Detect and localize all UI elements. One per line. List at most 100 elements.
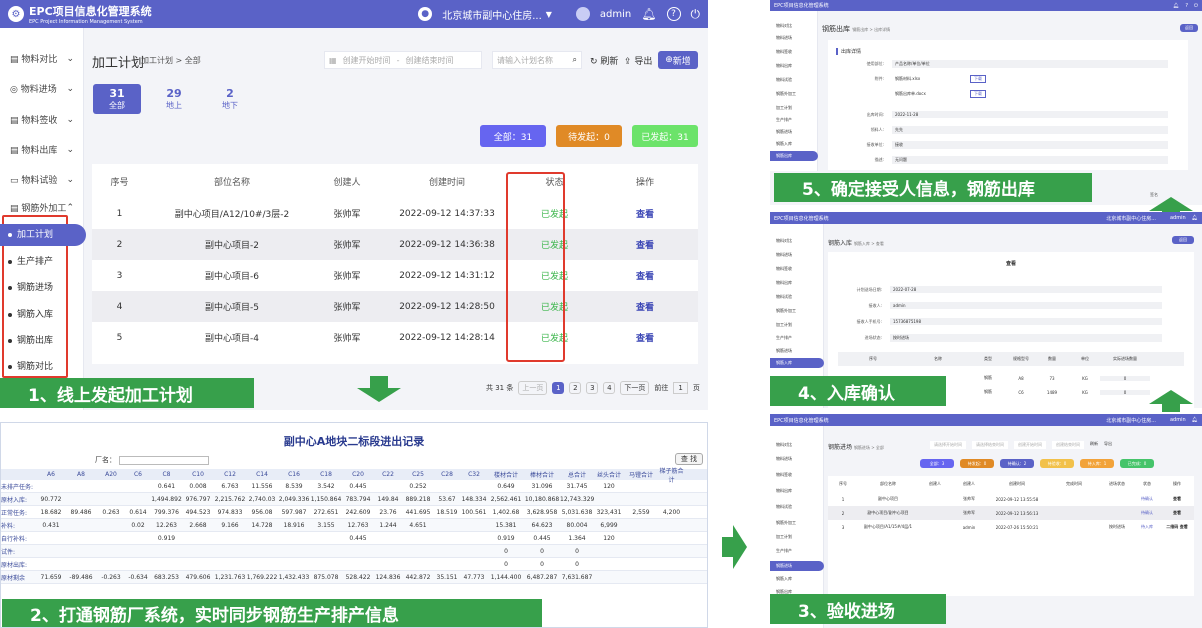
sidebar-item-material-entry[interactable]: ◎ 物料进场 ⌄ [0, 82, 84, 96]
sidebar-item[interactable]: 物料对比 [776, 442, 792, 448]
next-page[interactable]: 下一页 [620, 381, 650, 395]
avatar[interactable] [575, 7, 590, 21]
view-link[interactable]: 二维码 查看 [1160, 524, 1194, 530]
tab-all[interactable]: 31 全部 [93, 84, 141, 114]
tab-above-ground[interactable]: 29 地上 [150, 84, 198, 114]
sidebar-sub[interactable]: 钢筋进场 [776, 129, 792, 135]
view-link[interactable]: 查看 [1160, 496, 1194, 502]
sidebar-item[interactable]: 钢筋外加工 [776, 308, 796, 314]
download-button[interactable]: 下载 [970, 90, 986, 98]
date-range[interactable]: ▦ 创建开始时间 - 创建结束时间 [324, 51, 482, 69]
bell-icon[interactable]: 🔔︎ [1192, 417, 1198, 423]
project-selector[interactable]: 北京城市副中心住房... [1106, 417, 1156, 424]
quantity-input[interactable]: 0 [1100, 375, 1150, 381]
sidebar-sub-production-schedule[interactable]: 生产排产 [0, 254, 53, 267]
download-button[interactable]: 下载 [970, 75, 986, 83]
goto-input[interactable]: 1 [673, 382, 688, 394]
view-link[interactable]: 查看 [592, 269, 698, 282]
sidebar-sub[interactable]: 生产排产 [776, 117, 792, 123]
sidebar-item[interactable]: 物料试验 [776, 294, 792, 300]
sidebar-item[interactable]: 物料出库 [776, 63, 792, 69]
search-input[interactable]: 请输入计划名称 ⌕ [492, 51, 582, 69]
stat-button[interactable]: 待验收：0 [1040, 459, 1074, 468]
view-link[interactable]: 查看 [592, 331, 698, 344]
bell-icon[interactable]: 🔔︎ [1173, 3, 1179, 9]
sidebar-item-material-compare[interactable]: ▤ 物料对比 ⌄ [0, 52, 84, 66]
quantity-input[interactable]: 0 [1100, 389, 1150, 395]
sidebar-item[interactable]: 物料进场 [776, 35, 792, 41]
stat-all[interactable]: 全部：31 [480, 125, 546, 147]
sidebar-item[interactable]: 物料对比 [776, 238, 792, 244]
sidebar-sub[interactable]: 钢筋入库 [776, 576, 792, 582]
add-button[interactable]: ⊕ 新增 [658, 51, 698, 69]
sidebar-sub-rebar-out[interactable]: 钢筋出库 [0, 333, 53, 346]
help-icon[interactable]: ? [1185, 3, 1188, 9]
sidebar-sub[interactable]: 生产排产 [776, 335, 792, 341]
table-row[interactable]: 3 副中心项目-6 张帅军 2022-09-12 14:31:12 已发起 查看 [92, 260, 698, 291]
export-button[interactable]: ⇪ 导出 [624, 54, 652, 67]
user-name[interactable]: admin [600, 9, 631, 20]
sidebar-item[interactable]: 钢筋外加工 [776, 520, 796, 526]
export-button[interactable]: 导出 [1104, 441, 1112, 449]
start-date[interactable]: 请选择开始时间 [930, 441, 966, 449]
sidebar-sub-active[interactable]: 钢筋出库 [770, 151, 818, 161]
sidebar-item-rebar-processing[interactable]: ▤ 钢筋外加工 ⌃ [0, 201, 84, 215]
query-button[interactable]: 查 找 [675, 453, 703, 465]
sidebar-sub[interactable]: 钢筋入库 [776, 141, 792, 147]
create-end[interactable]: 创建结束时间 [1052, 441, 1084, 449]
sidebar-item-material-test[interactable]: ▭ 物料试验 ⌄ [0, 173, 84, 187]
stat-button[interactable]: 待确认：2 [1000, 459, 1034, 468]
sidebar-sub[interactable]: 加工计划 [776, 534, 792, 540]
page-2[interactable]: 2 [569, 382, 582, 394]
search-icon[interactable]: ⌕ [573, 55, 577, 65]
power-icon[interactable]: ⏻ [691, 7, 701, 22]
prev-page[interactable]: 上一页 [518, 381, 548, 395]
end-date[interactable]: 创建结束时间 [405, 55, 453, 66]
sidebar-item[interactable]: 物料进场 [776, 456, 792, 462]
sidebar-item[interactable]: 物料签收 [776, 472, 792, 478]
refresh-button[interactable]: ↻ 刷新 [590, 54, 618, 67]
user-name[interactable]: admin [1170, 215, 1186, 221]
sidebar-sub-active[interactable]: 钢筋入库 [770, 358, 824, 368]
table-row[interactable]: 2 副中心项目/副中心项目 张帅军 2022-09-12 13:56:13 待确认 查看 [828, 506, 1194, 520]
view-link[interactable]: 查看 [592, 300, 698, 313]
view-link[interactable]: 查看 [592, 238, 698, 251]
user-name[interactable]: admin [1170, 417, 1186, 423]
sidebar-sub-processing-plan[interactable]: 加工计划 [0, 224, 86, 246]
project-selector[interactable]: 北京城市副中心住房... [442, 7, 542, 22]
stat-button[interactable]: 待发起：0 [960, 459, 994, 468]
end-date[interactable]: 请选择结束时间 [972, 441, 1008, 449]
view-link[interactable]: 查看 [592, 207, 698, 220]
back-button[interactable]: 返回 [1180, 24, 1198, 32]
stat-button[interactable]: 全部：3 [920, 459, 954, 468]
sidebar-item[interactable]: 物料签收 [776, 49, 792, 55]
sidebar-sub-active[interactable]: 钢筋进场 [770, 561, 824, 571]
page-1[interactable]: 1 [552, 382, 565, 394]
power-icon[interactable]: ⏻ [1194, 3, 1198, 9]
sidebar-sub[interactable]: 钢筋进场 [776, 348, 792, 354]
sidebar-item-material-out[interactable]: ▤ 物料出库 ⌄ [0, 143, 84, 157]
stat-button[interactable]: 待入库：1 [1080, 459, 1114, 468]
bell-icon[interactable]: 🔔︎ [641, 7, 656, 21]
sidebar-item[interactable]: 物料出库 [776, 280, 792, 286]
factory-input[interactable] [119, 455, 209, 465]
sidebar-item-material-sign[interactable]: ▤ 物料签收 ⌄ [0, 113, 84, 127]
table-row[interactable]: 5 副中心项目-4 张帅军 2022-09-12 14:28:14 已发起 查看 [92, 322, 698, 353]
page-4[interactable]: 4 [603, 382, 616, 394]
table-row[interactable]: 2 副中心项目-2 张帅军 2022-09-12 14:36:38 已发起 查看 [92, 229, 698, 260]
view-link[interactable]: 查看 [1160, 510, 1194, 516]
sidebar-sub[interactable]: 加工计划 [776, 322, 792, 328]
create-start[interactable]: 创建开始时间 [1014, 441, 1046, 449]
sidebar-item[interactable]: 物料试验 [776, 77, 792, 83]
sidebar-sub-rebar-in[interactable]: 钢筋入库 [0, 307, 53, 320]
table-row[interactable]: 1 副中心项目 张帅军 2022-09-12 13:55:58 待确认 查看 [828, 492, 1194, 506]
page-3[interactable]: 3 [586, 382, 599, 394]
sidebar-item[interactable]: 物料进场 [776, 252, 792, 258]
sidebar-item[interactable]: 钢筋外加工 [776, 91, 796, 97]
table-row[interactable]: 3 副中心项目/A1/15#/4层/1 admin 2022-07-26 15:50:… [828, 520, 1194, 534]
sidebar-item[interactable]: 物料试验 [776, 504, 792, 510]
sidebar-sub[interactable]: 生产排产 [776, 548, 792, 554]
stat-button[interactable]: 已完成：0 [1120, 459, 1154, 468]
sidebar-item[interactable]: 物料对比 [776, 23, 792, 29]
tab-underground[interactable]: 2 地下 [206, 84, 254, 114]
